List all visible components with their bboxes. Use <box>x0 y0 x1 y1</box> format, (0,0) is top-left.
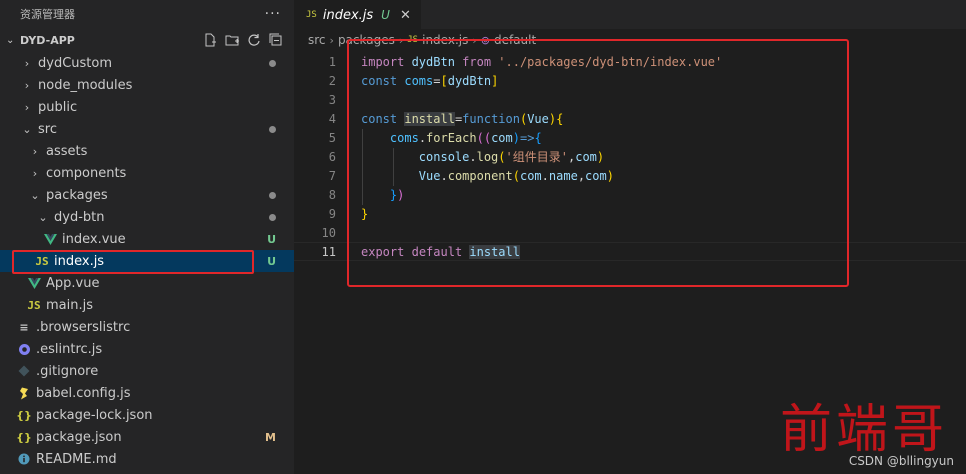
explorer-sidebar: 资源管理器 ··· ⌄ DYD-APP › dydCustom › node_m… <box>0 0 294 474</box>
tree-item-package-lock[interactable]: {} package-lock.json <box>0 404 294 426</box>
untracked-badge: U <box>267 232 276 246</box>
tree-item-public[interactable]: › public <box>0 96 294 118</box>
tree-item-main-js[interactable]: JS main.js <box>0 294 294 316</box>
tree-item-babel-config[interactable]: babel.config.js <box>0 382 294 404</box>
tree-item-assets[interactable]: › assets <box>0 140 294 162</box>
info-file-icon <box>16 453 32 465</box>
line-number: 11 <box>321 244 336 259</box>
line-number: 8 <box>328 187 336 202</box>
explorer-actions <box>202 32 294 48</box>
modified-dot-icon <box>269 191 276 199</box>
chevron-down-icon: ⌄ <box>38 210 48 224</box>
chevron-down-icon: ⌄ <box>22 122 32 136</box>
chevron-right-icon: › <box>32 166 38 180</box>
line-number: 5 <box>328 130 336 145</box>
tree-item-packages[interactable]: ⌄ packages <box>0 184 294 206</box>
line-number: 6 <box>328 149 336 164</box>
tree-item-gitignore[interactable]: .gitignore <box>0 360 294 382</box>
tree-item-app-vue[interactable]: App.vue <box>0 272 294 294</box>
tree-item-label: packages <box>46 187 108 203</box>
csdn-credit: CSDN @bllingyun <box>848 454 954 468</box>
explorer-title: 资源管理器 <box>20 8 75 21</box>
close-icon[interactable]: ✕ <box>400 8 411 23</box>
chevron-right-icon: › <box>24 78 30 92</box>
tree-item-dyd-btn[interactable]: ⌄ dyd-btn <box>0 206 294 228</box>
project-name: DYD-APP <box>20 33 75 47</box>
tab-bar: JS index.js U ✕ <box>294 0 966 29</box>
tree-item-readme[interactable]: README.md <box>0 448 294 470</box>
chevron-right-icon: › <box>24 100 30 114</box>
modified-badge: M <box>265 430 276 444</box>
new-folder-icon[interactable] <box>224 32 240 48</box>
tree-item-label: dyd-btn <box>54 209 105 225</box>
tree-item-index-vue[interactable]: index.vue U <box>0 228 294 250</box>
tree-item-label: .gitignore <box>36 363 99 379</box>
git-file-icon <box>16 365 32 377</box>
explorer-header: 资源管理器 ··· <box>0 0 294 28</box>
lines-file-icon: ≡ <box>19 320 29 334</box>
tab-index-js[interactable]: JS index.js U ✕ <box>294 0 421 29</box>
tree-item-label: .eslintrc.js <box>36 341 103 357</box>
chevron-down-icon: ⌄ <box>6 34 15 46</box>
chevron-right-icon: › <box>32 144 38 158</box>
chevron-down-icon: ⌄ <box>30 188 40 202</box>
tree-item-src[interactable]: ⌄ src <box>0 118 294 140</box>
chevron-right-icon: › <box>329 33 334 47</box>
modified-dot-icon <box>269 125 276 133</box>
line-number: 7 <box>328 168 336 183</box>
tree-item-label: public <box>38 99 78 115</box>
tab-untracked-badge: U <box>381 8 390 22</box>
watermark-text: 前端哥 <box>779 400 948 460</box>
vue-file-icon <box>42 233 58 245</box>
line-number: 10 <box>321 225 336 240</box>
tree-item-node-modules[interactable]: › node_modules <box>0 74 294 96</box>
tab-label: index.js <box>322 7 374 23</box>
selection-highlight-box <box>12 250 254 274</box>
eslint-file-icon <box>16 343 32 356</box>
tree-item-eslintrc[interactable]: .eslintrc.js <box>0 338 294 360</box>
tree-item-package-json[interactable]: {} package.json M <box>0 426 294 448</box>
tree-item-label: .browserslistrc <box>36 319 131 335</box>
line-number: 4 <box>328 111 336 126</box>
project-folder-row[interactable]: ⌄ DYD-APP <box>0 28 294 52</box>
collapse-all-icon[interactable] <box>268 32 284 48</box>
tree-item-label: package.json <box>36 429 122 445</box>
refresh-icon[interactable] <box>246 32 262 48</box>
js-file-icon: JS <box>27 298 41 312</box>
tree-item-browserslistrc[interactable]: ≡ .browserslistrc <box>0 316 294 338</box>
modified-dot-icon <box>269 59 276 67</box>
tree-item-label: assets <box>46 143 88 159</box>
tree-item-label: package-lock.json <box>36 407 153 423</box>
editor-area: JS index.js U ✕ src › packages › JS inde… <box>294 0 966 474</box>
json-file-icon: {} <box>16 408 32 422</box>
tree-item-label: App.vue <box>46 275 100 291</box>
line-number: 2 <box>328 73 336 88</box>
modified-dot-icon <box>269 213 276 221</box>
line-number: 9 <box>328 206 336 221</box>
tree-item-label: README.md <box>36 451 117 467</box>
code-highlight-box <box>347 39 849 287</box>
vue-file-icon <box>26 277 42 289</box>
line-number: 3 <box>328 92 336 107</box>
json-file-icon: {} <box>16 430 32 444</box>
untracked-badge: U <box>267 254 276 268</box>
line-number: 1 <box>328 54 336 69</box>
tree-item-label: components <box>46 165 127 181</box>
tree-item-components[interactable]: › components <box>0 162 294 184</box>
tree-item-label: babel.config.js <box>36 385 131 401</box>
tree-item-label: node_modules <box>38 77 133 93</box>
chevron-right-icon: › <box>24 56 30 70</box>
babel-file-icon <box>16 387 32 400</box>
tree-item-label: main.js <box>46 297 93 313</box>
new-file-icon[interactable] <box>202 32 218 48</box>
tree-item-label: index.vue <box>62 231 126 247</box>
breadcrumb-item[interactable]: src <box>308 33 326 47</box>
js-file-icon: JS <box>306 10 317 20</box>
tree-item-label: src <box>38 121 57 137</box>
tree-item-label: dydCustom <box>38 55 113 71</box>
more-actions-button[interactable]: ··· <box>265 6 281 22</box>
tree-item-dydcustom[interactable]: › dydCustom <box>0 52 294 74</box>
